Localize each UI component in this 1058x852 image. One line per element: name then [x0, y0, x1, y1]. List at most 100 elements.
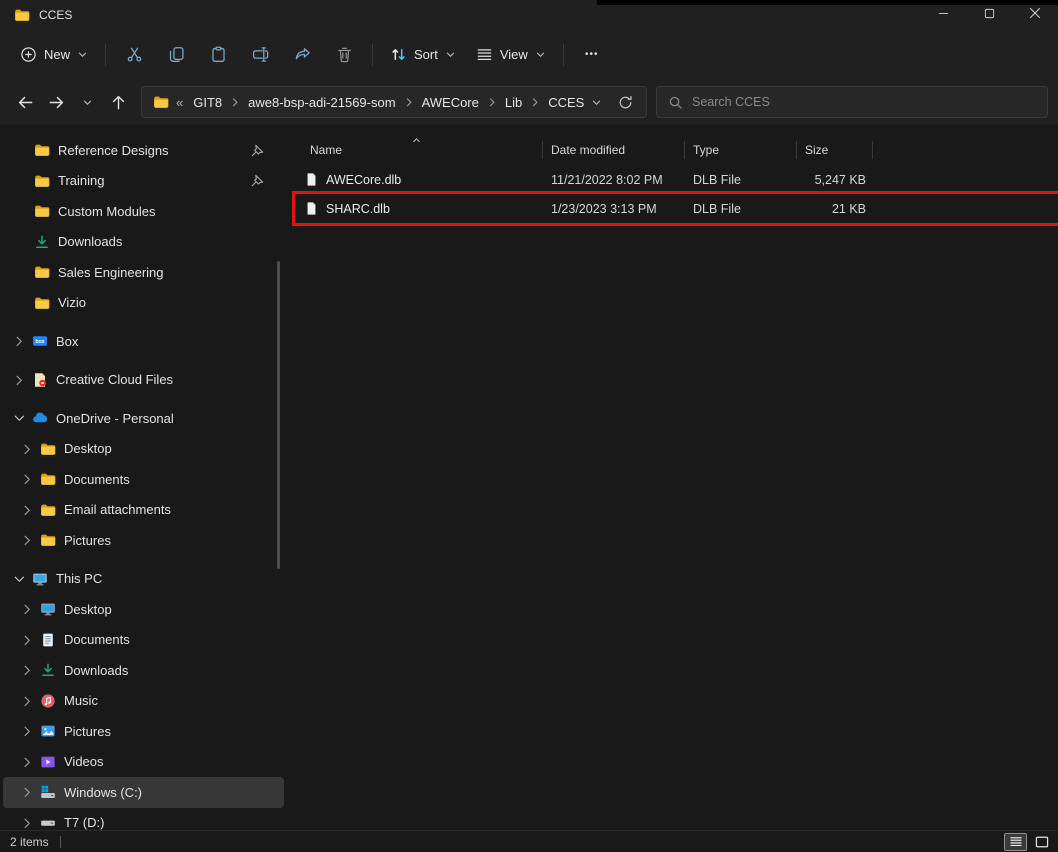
share-button[interactable]	[281, 38, 323, 72]
sidebar-item-documents[interactable]: Documents	[3, 464, 284, 495]
more-dots-icon: •••	[585, 49, 599, 60]
chevron-right-icon[interactable]	[12, 374, 26, 386]
folder-icon	[34, 142, 50, 158]
status-bar: 2 items	[0, 830, 1058, 852]
chevron-down-icon[interactable]	[12, 573, 26, 585]
column-header-name[interactable]: Name	[295, 138, 543, 162]
sidebar-item-creative-cloud-files[interactable]: Creative Cloud Files	[3, 365, 284, 396]
sidebar-item-this-pc[interactable]: This PC	[3, 564, 284, 595]
chevron-right-icon[interactable]	[20, 756, 34, 768]
minimize-button[interactable]	[920, 0, 966, 30]
breadcrumb-segment-lib[interactable]: Lib	[499, 92, 528, 113]
sidebar-item-music[interactable]: Music	[3, 686, 284, 717]
sidebar-item-reference-designs[interactable]: Reference Designs	[3, 135, 284, 166]
copy-button[interactable]	[155, 38, 197, 72]
sidebar-item-documents[interactable]: Documents	[3, 625, 284, 656]
chevron-right-icon[interactable]	[228, 97, 242, 107]
chevron-right-icon[interactable]	[20, 817, 34, 829]
sidebar-item-custom-modules[interactable]: Custom Modules	[3, 196, 284, 227]
sidebar-item-downloads[interactable]: Downloads	[3, 655, 284, 686]
chevron-right-icon[interactable]	[485, 97, 499, 107]
chevron-right-icon[interactable]	[20, 534, 34, 546]
chevron-right-icon[interactable]	[20, 443, 34, 455]
download-icon	[34, 234, 50, 250]
sidebar-item-vizio[interactable]: Vizio	[3, 288, 284, 319]
sort-button[interactable]: Sort	[380, 38, 466, 72]
breadcrumb-segment-git8[interactable]: GIT8	[187, 92, 228, 113]
sidebar-item-desktop[interactable]: Desktop	[3, 434, 284, 465]
pin-icon	[250, 143, 265, 158]
toolbar-separator	[372, 44, 373, 66]
large-icons-view-button[interactable]	[1030, 833, 1053, 851]
up-button[interactable]	[105, 89, 132, 116]
cut-button[interactable]	[113, 38, 155, 72]
sidebar-item-t7-d[interactable]: T7 (D:)	[3, 808, 284, 831]
sidebar-item-sales-engineering[interactable]: Sales Engineering	[3, 257, 284, 288]
details-view-button[interactable]	[1004, 833, 1027, 851]
column-header-type[interactable]: Type	[685, 138, 797, 162]
sidebar-item-videos[interactable]: Videos	[3, 747, 284, 778]
sidebar-item-downloads[interactable]: Downloads	[3, 227, 284, 258]
column-header-date-modified[interactable]: Date modified	[543, 138, 685, 162]
breadcrumb-segment-awecore[interactable]: AWECore	[416, 92, 485, 113]
chevron-right-icon[interactable]	[402, 97, 416, 107]
forward-button[interactable]	[43, 89, 70, 116]
file-row-sharc-dlb[interactable]: SHARC.dlb1/23/2023 3:13 PMDLB File21 KB	[295, 194, 1058, 223]
chevron-right-icon[interactable]	[20, 725, 34, 737]
chevron-right-icon[interactable]	[20, 473, 34, 485]
sort-button-label: Sort	[414, 47, 438, 62]
sidebar-item-onedrive-personal[interactable]: OneDrive - Personal	[3, 403, 284, 434]
sidebar-item-training[interactable]: Training	[3, 166, 284, 197]
address-bar[interactable]: « GIT8 awe8-bsp-adi-21569-som AWECore Lib CC…	[141, 86, 647, 118]
chevron-right-icon[interactable]	[20, 603, 34, 615]
more-options-button[interactable]: •••	[571, 38, 613, 72]
search-input[interactable]	[692, 95, 1036, 109]
arrow-left-icon	[16, 93, 35, 112]
breadcrumb-segment-cces[interactable]: CCES	[542, 92, 590, 113]
sidebar-item-pictures[interactable]: Pictures	[3, 525, 284, 556]
sidebar-item-desktop[interactable]: Desktop	[3, 594, 284, 625]
sidebar-item-label: Pictures	[64, 533, 111, 548]
maximize-button[interactable]	[966, 0, 1012, 30]
file-rows: AWECore.dlb11/21/2022 8:02 PMDLB File5,2…	[295, 165, 1058, 223]
sidebar-item-label: Box	[56, 334, 78, 349]
sidebar-item-email-attachments[interactable]: Email attachments	[3, 495, 284, 526]
column-header-size[interactable]: Size	[797, 138, 873, 162]
breadcrumb-segment-awe8-bsp-adi-21569-som[interactable]: awe8-bsp-adi-21569-som	[242, 92, 401, 113]
monitor-icon	[40, 601, 56, 617]
sidebar-item-label: Pictures	[64, 724, 111, 739]
file-row-awecore-dlb[interactable]: AWECore.dlb11/21/2022 8:02 PMDLB File5,2…	[295, 165, 1058, 194]
chevron-down-icon	[77, 49, 88, 60]
rename-button[interactable]	[239, 38, 281, 72]
drive-icon	[40, 815, 56, 830]
chevron-right-icon[interactable]	[20, 504, 34, 516]
chevron-down-icon[interactable]	[12, 412, 26, 424]
chevron-right-icon[interactable]	[20, 786, 34, 798]
chevron-right-icon[interactable]	[20, 695, 34, 707]
paste-button[interactable]	[197, 38, 239, 72]
file-date-modified: 1/23/2023 3:13 PM	[543, 202, 685, 216]
chevron-down-icon	[82, 97, 93, 108]
chevron-right-icon[interactable]	[20, 664, 34, 676]
search-box[interactable]	[656, 86, 1048, 118]
sidebar-scrollbar[interactable]	[277, 261, 280, 569]
close-button[interactable]	[1012, 0, 1058, 30]
chevron-right-icon[interactable]	[20, 634, 34, 646]
address-dropdown-icon[interactable]	[591, 97, 602, 108]
sidebar-item-windows-c[interactable]: Windows (C:)	[3, 777, 284, 808]
file-icon	[304, 172, 319, 187]
sidebar-item-label: T7 (D:)	[64, 815, 104, 830]
arrow-right-icon	[47, 93, 66, 112]
delete-button[interactable]	[323, 38, 365, 72]
close-icon	[1029, 6, 1041, 24]
refresh-icon[interactable]	[618, 95, 633, 110]
new-button[interactable]: New	[10, 38, 98, 72]
back-button[interactable]	[12, 89, 39, 116]
sidebar-item-box[interactable]: boxBox	[3, 326, 284, 357]
chevron-right-icon[interactable]	[528, 97, 542, 107]
breadcrumb-overflow-icon[interactable]: «	[176, 95, 183, 110]
chevron-right-icon[interactable]	[12, 335, 26, 347]
view-button[interactable]: View	[466, 38, 556, 72]
sidebar-item-pictures[interactable]: Pictures	[3, 716, 284, 747]
recent-locations-button[interactable]	[74, 89, 101, 116]
